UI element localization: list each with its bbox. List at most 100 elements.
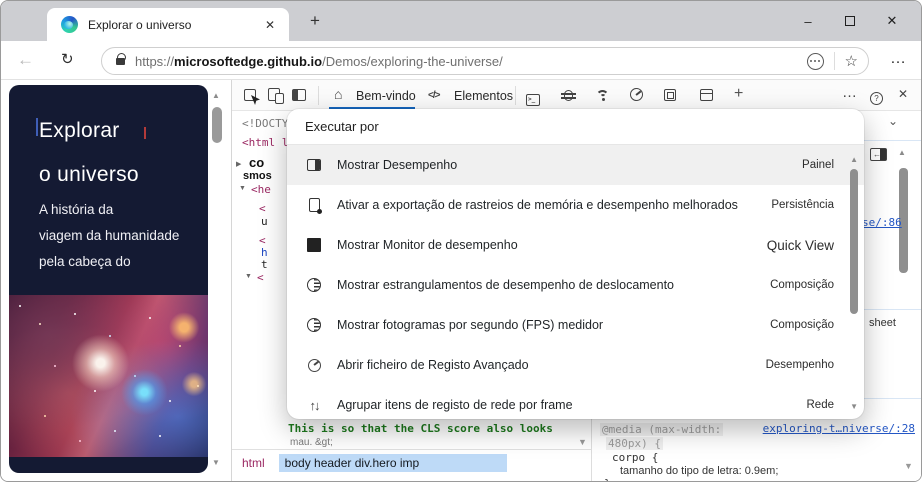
maximize-button[interactable]: [829, 1, 871, 41]
breadcrumb-selected[interactable]: body header div.hero imp: [278, 453, 508, 472]
site-permissions-icon[interactable]: [806, 52, 824, 70]
memory-cpu-icon[interactable]: [664, 88, 676, 106]
command-category: Composição: [770, 279, 834, 291]
code-fragment[interactable]: <!DOCTY: [242, 117, 288, 130]
page-viewport: Explorar o universo A história da viagem…: [1, 80, 231, 481]
code-fragment[interactable]: <: [257, 271, 264, 284]
dock-left-panel-icon[interactable]: [292, 88, 306, 106]
elements-scroll-down-icon[interactable]: ▼: [578, 437, 587, 447]
command-item[interactable]: Mostrar Monitor de desempenho Quick View: [287, 225, 864, 265]
edge-logo-icon: [61, 16, 78, 33]
page-content: Explorar o universo A história da viagem…: [9, 85, 208, 473]
css-media-query2[interactable]: 480px) {: [606, 437, 663, 450]
code-fragment[interactable]: <: [259, 202, 266, 215]
devtools-panel: ⌂ Bem-vindo </> Elementos >_ + … ? ✕ <!D…: [231, 80, 921, 481]
application-storage-icon[interactable]: [700, 88, 713, 106]
home-icon[interactable]: ⌂: [334, 86, 342, 102]
collapse-arrow-icon[interactable]: ▼: [245, 273, 252, 280]
close-window-button[interactable]: ✕: [871, 1, 913, 41]
code-fragment[interactable]: t: [261, 258, 268, 271]
command-item[interactable]: Abrir ficheiro de Registo Avançado Desem…: [287, 345, 864, 385]
html-comment-line2[interactable]: mau. &gt;: [290, 437, 333, 448]
command-scroll-up-icon[interactable]: ▲: [850, 155, 858, 164]
command-label: Ativar a exportação de rastreios de memó…: [337, 198, 738, 212]
styles-scroll-up-icon[interactable]: ▲: [898, 148, 906, 157]
network-conditions-icon[interactable]: [596, 88, 612, 106]
code-fragment[interactable]: u: [261, 215, 268, 228]
text-cursor-artifact: [36, 118, 38, 136]
devtools-menu-icon[interactable]: …: [842, 84, 857, 101]
elements-breadcrumb: html body header div.hero imp: [232, 449, 592, 475]
new-tab-button[interactable]: +: [304, 11, 326, 31]
toolbar-separator: [318, 86, 319, 105]
stylesheet-link[interactable]: se/:86: [862, 216, 902, 229]
contrast-icon: [307, 278, 321, 292]
chevron-down-icon[interactable]: ⌄: [888, 114, 898, 128]
command-item[interactable]: ↑↓ Agrupar itens de registo de rede por …: [287, 385, 864, 419]
lock-icon[interactable]: [116, 52, 126, 65]
tab-elements[interactable]: Elementos: [454, 89, 513, 103]
command-label: Mostrar Monitor de desempenho: [337, 238, 518, 252]
bug-icon[interactable]: [561, 88, 576, 106]
divider: [833, 52, 835, 70]
command-item[interactable]: Ativar a exportação de rastreios de memó…: [287, 185, 864, 225]
url-scheme: https://: [135, 53, 175, 69]
command-label: Abrir ficheiro de Registo Avançado: [337, 358, 529, 372]
code-brackets-icon[interactable]: </>: [428, 90, 441, 101]
command-item[interactable]: Mostrar estrangulamentos de desempenho d…: [287, 265, 864, 305]
url-field[interactable]: https://microsoftedge.github.io/Demos/ex…: [101, 47, 869, 75]
minimize-button[interactable]: –: [787, 1, 829, 41]
css-media-query[interactable]: @media (max-width:: [600, 423, 724, 436]
expand-arrow-icon[interactable]: ▶: [236, 160, 241, 168]
dock-toggle-icon[interactable]: ←: [870, 148, 887, 161]
help-icon[interactable]: ?: [870, 88, 883, 106]
styles-css-code: @media (max-width: exploring-t…niverse/:…: [591, 419, 921, 481]
command-item[interactable]: Mostrar Desempenho Painel: [287, 145, 864, 185]
command-menu-prompt[interactable]: Executar por: [287, 109, 864, 145]
scroll-up-icon[interactable]: ▲: [212, 91, 220, 100]
browser-tab[interactable]: Explorar o universo ✕: [47, 8, 289, 41]
page-scrollbar[interactable]: ▲ ▼: [209, 85, 225, 475]
console-icon[interactable]: >_: [526, 88, 540, 106]
hero-subtitle: A história da viagem da humanidade pela …: [39, 197, 179, 275]
styles-scroll-down-icon[interactable]: ▼: [904, 461, 913, 471]
breadcrumb-html[interactable]: html: [242, 456, 265, 470]
collapse-arrow-icon[interactable]: ▼: [239, 185, 246, 192]
css-selector[interactable]: corpo {: [612, 451, 658, 464]
performance-gauge-icon[interactable]: [630, 88, 643, 106]
inspect-element-icon[interactable]: [244, 88, 256, 106]
device-emulation-icon[interactable]: [268, 88, 284, 106]
code-fragment[interactable]: smos: [243, 170, 272, 182]
back-button[interactable]: ←: [17, 50, 34, 70]
more-tools-plus-icon[interactable]: +: [734, 85, 743, 103]
hero-subtitle-line2: viagem da humanidade: [39, 228, 180, 243]
tab-welcome[interactable]: Bem-vindo: [356, 89, 416, 103]
favorite-star-icon[interactable]: ☆: [845, 52, 858, 70]
command-label: Mostrar Desempenho: [337, 158, 458, 172]
code-fragment[interactable]: co: [249, 155, 264, 170]
hero-subtitle-line3: pela cabeça do: [39, 254, 131, 269]
command-item[interactable]: Mostrar fotogramas por segundo (FPS) med…: [287, 305, 864, 345]
hero-title-line1: Explorar: [39, 119, 120, 142]
sort-arrows-icon: ↑↓: [309, 397, 321, 413]
red-caret-artifact: [144, 127, 146, 139]
close-devtools-icon[interactable]: ✕: [898, 87, 908, 101]
css-declaration[interactable]: tamanho do tipo de letra: 0.9em;: [620, 465, 778, 477]
code-fragment[interactable]: <html l: [242, 136, 288, 149]
stylesheet-source-fragment: sheet: [869, 317, 896, 329]
command-scroll-down-icon[interactable]: ▼: [850, 402, 858, 411]
scroll-thumb[interactable]: [212, 107, 222, 143]
reload-button[interactable]: ↻: [61, 50, 74, 68]
devtools-toolbar: ⌂ Bem-vindo </> Elementos >_ + … ? ✕: [232, 80, 921, 111]
toolbar-separator: [515, 86, 516, 105]
titlebar: Explorar o universo ✕ + – ✕: [1, 1, 921, 41]
url-text[interactable]: https://microsoftedge.github.io/Demos/ex…: [135, 54, 807, 69]
tab-close-icon[interactable]: ✕: [261, 18, 279, 32]
css-source-link[interactable]: exploring-t…niverse/:28: [763, 422, 915, 435]
code-fragment[interactable]: <he: [251, 183, 271, 196]
command-scroll-thumb[interactable]: [850, 169, 858, 314]
browser-menu-button[interactable]: …: [890, 50, 907, 68]
html-comment-line1[interactable]: This is so that the CLS score also looks: [288, 422, 553, 435]
command-label: Mostrar fotogramas por segundo (FPS) med…: [337, 318, 604, 332]
scroll-down-icon[interactable]: ▼: [212, 458, 220, 467]
